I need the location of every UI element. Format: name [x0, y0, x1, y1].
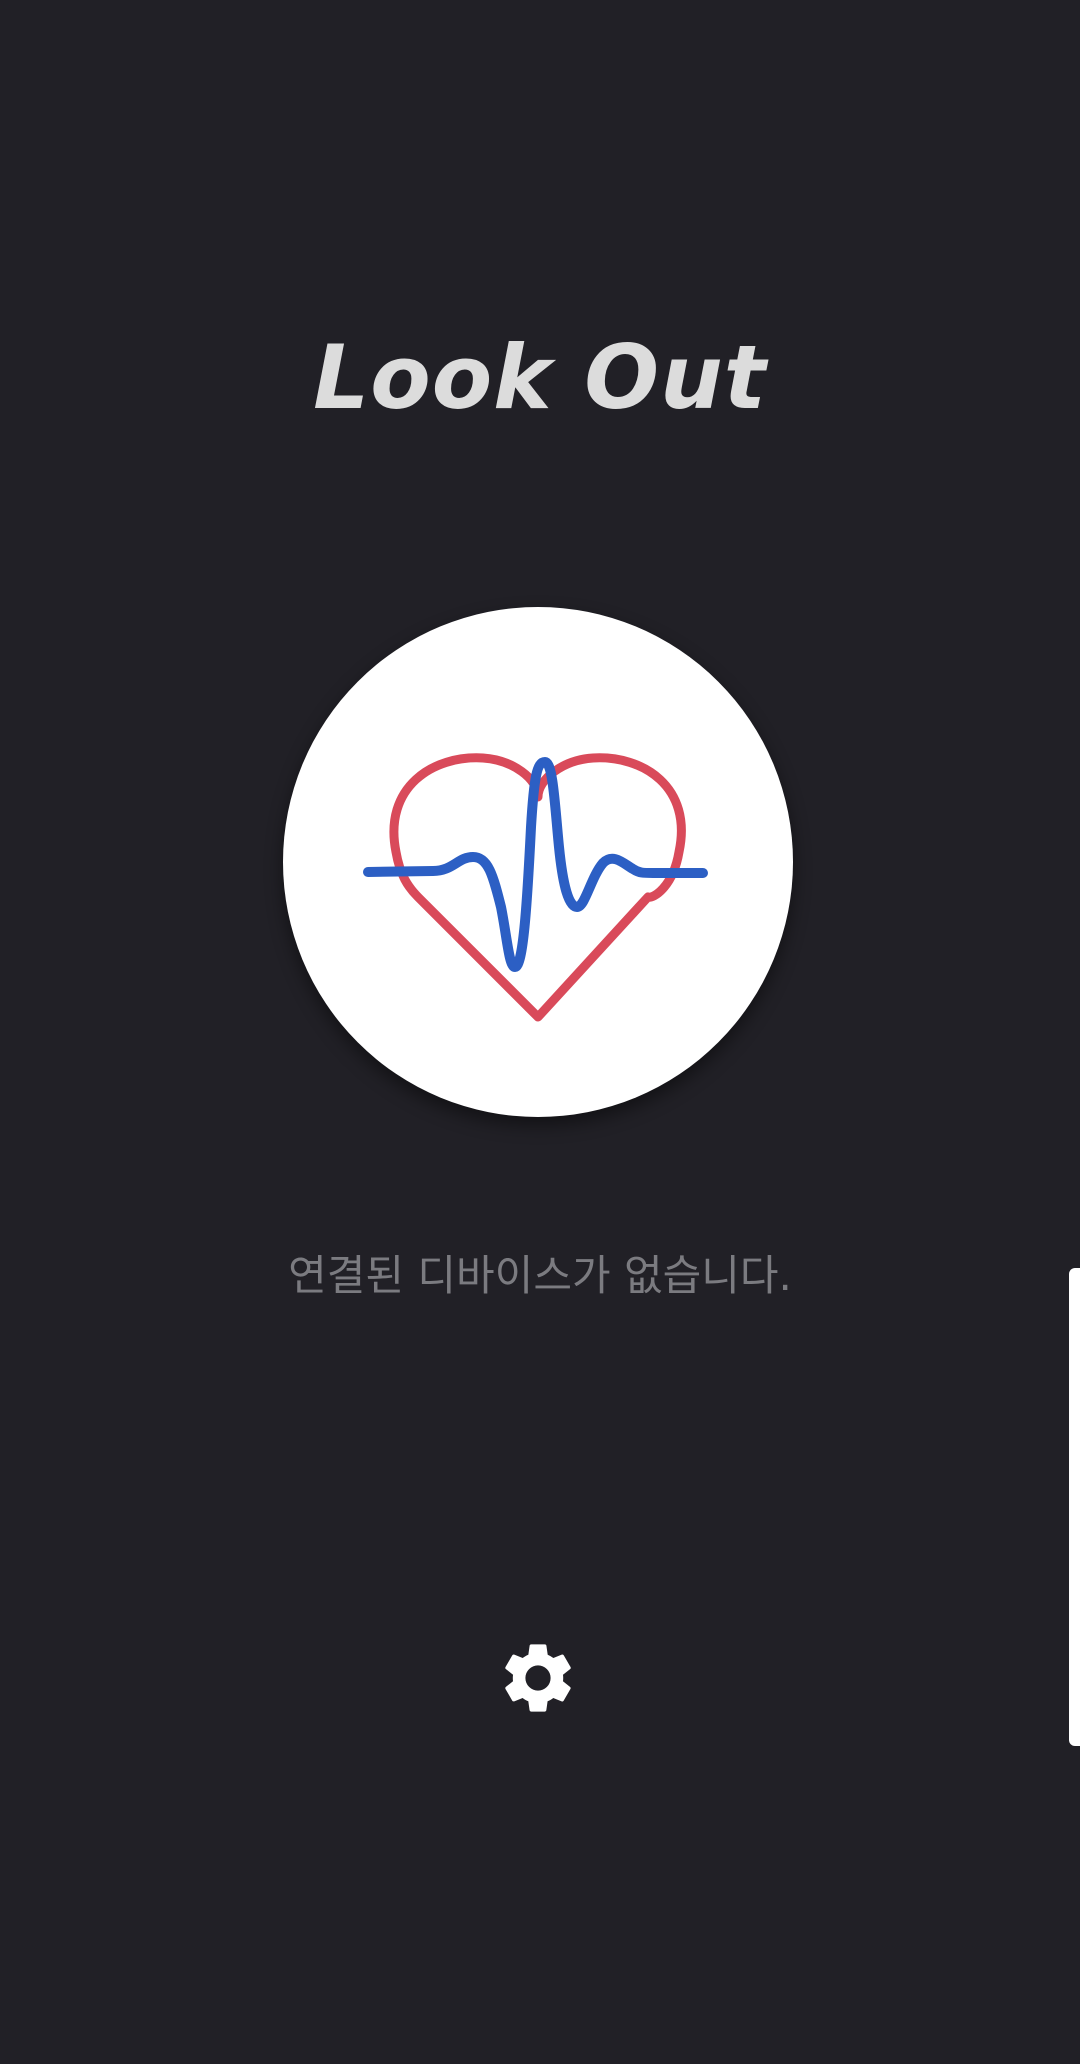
- heart-pulse-icon: [363, 753, 708, 1022]
- settings-button[interactable]: [496, 1636, 580, 1720]
- no-device-status: 연결된 디바이스가 없습니다.: [288, 1251, 792, 1300]
- edge-panel-handle[interactable]: [1069, 1268, 1080, 1746]
- gear-icon: [505, 1644, 571, 1712]
- pulse-line: [363, 757, 708, 972]
- app-title: Look Out: [313, 326, 767, 429]
- heart-monitor-button[interactable]: [283, 607, 793, 1117]
